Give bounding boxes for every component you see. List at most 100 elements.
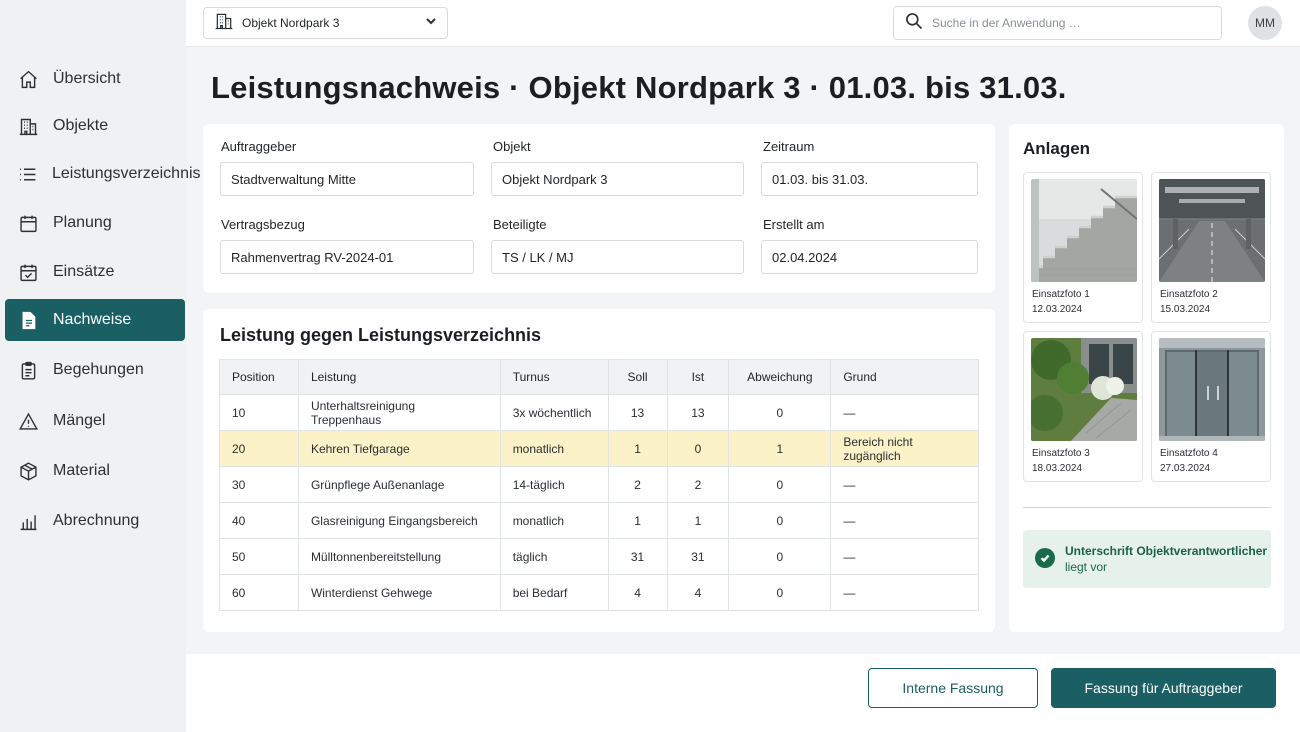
- table-row[interactable]: 10 Unterhaltsreinigung Treppenhaus 3x wöch…: [219, 394, 979, 431]
- sidebar-item-leistungsverzeichnis[interactable]: Leistungsverzeichnis: [5, 153, 201, 195]
- meta-card: Auftraggeber Stadtverwaltung Mitte Objek…: [203, 124, 995, 293]
- sidebar-header: [0, 0, 186, 47]
- photo-date: 27.03.2024: [1160, 463, 1211, 474]
- auftraggeber-field[interactable]: Stadtverwaltung Mitte: [220, 162, 474, 196]
- sidebar-item-begehungen[interactable]: Begehungen: [5, 349, 185, 391]
- photo-tile[interactable]: Einsatzfoto 1 12.03.2024: [1023, 172, 1143, 323]
- sidebar-item-label: Leistungsverzeichnis: [52, 165, 201, 182]
- sidebar-item-maengel[interactable]: Mängel: [5, 400, 185, 442]
- calendar-icon: [17, 212, 39, 234]
- cell-soll: 2: [607, 466, 668, 503]
- avatar[interactable]: MM: [1248, 6, 1282, 40]
- sidebar-item-nachweise[interactable]: Nachweise: [5, 299, 185, 341]
- photo-date: 15.03.2024: [1160, 304, 1211, 315]
- objekt-field[interactable]: Objekt Nordpark 3: [491, 162, 744, 196]
- footer-actions: Interne Fassung Fassung für Auftraggeber: [186, 654, 1300, 732]
- home-icon: [17, 68, 39, 90]
- column-header[interactable]: Soll: [607, 359, 668, 395]
- photo-tile[interactable]: Einsatzfoto 3 18.03.2024: [1023, 331, 1143, 482]
- leistungen-table: Position Leistung Turnus Soll Ist Abweic…: [219, 359, 979, 611]
- erstellt-field[interactable]: 02.04.2024: [761, 240, 978, 274]
- cell-turnus: bei Bedarf: [499, 574, 609, 611]
- cell-grund: Bereich nicht zugänglich: [830, 430, 979, 467]
- table-header-row: Position Leistung Turnus Soll Ist Abweic…: [219, 359, 979, 395]
- zeitraum-label: Zeitraum: [763, 139, 815, 154]
- cell-ist: 31: [666, 538, 730, 575]
- cell-grund: —: [830, 574, 979, 611]
- photo-caption: Einsatzfoto 1 12.03.2024: [1032, 287, 1090, 317]
- cell-leistung: Grünpflege Außenanlage: [297, 466, 501, 503]
- table-row[interactable]: 30 Grünpflege Außenanlage 14-täglich 2 2 0—: [219, 466, 979, 503]
- cell-position: 10: [219, 394, 299, 431]
- photo-title: Einsatzfoto 3: [1032, 448, 1090, 459]
- sidebar-item-label: Material: [53, 462, 110, 479]
- sidebar-item-einsaetze[interactable]: Einsätze: [5, 251, 185, 293]
- sidebar-item-planung[interactable]: Planung: [5, 202, 185, 244]
- cell-abweichung: 0: [728, 502, 832, 539]
- table-row[interactable]: 40 Glasreinigung Eingangsbereich monatlich…: [219, 502, 979, 539]
- page-title: Leistungsnachweis · Objekt Nordpark 3 · …: [211, 70, 1067, 105]
- sidebar-item-abrechnung[interactable]: Abrechnung: [5, 500, 185, 542]
- column-header[interactable]: Ist: [666, 359, 730, 395]
- box-icon: [17, 460, 39, 482]
- signature-status-text: liegt vor: [1065, 560, 1108, 574]
- vertragsbezug-field[interactable]: Rahmenvertrag RV-2024-01: [220, 240, 474, 274]
- sidebar: Übersicht Objekte Leistungsverzeichnis P…: [0, 0, 201, 732]
- cell-turnus: 14-täglich: [499, 466, 609, 503]
- objekt-label: Objekt: [493, 139, 531, 154]
- cell-soll: 1: [607, 502, 668, 539]
- cell-leistung: Winterdienst Gehwege: [297, 574, 501, 611]
- cell-position: 30: [219, 466, 299, 503]
- cell-position: 60: [219, 574, 299, 611]
- column-header[interactable]: Grund: [830, 359, 979, 395]
- signature-status: Unterschrift Objektverantwortlicher lieg…: [1023, 530, 1271, 588]
- glass-entrance-photo: [1159, 338, 1265, 441]
- column-header[interactable]: Abweichung: [728, 359, 832, 395]
- sidebar-item-uebersicht[interactable]: Übersicht: [5, 58, 185, 100]
- table-row[interactable]: 20 Kehren Tiefgarage monatlich 1 0 1 Bereich n…: [219, 430, 979, 467]
- table-row[interactable]: 50 Mülltonnenbereitstellung täglich 31 31 0—: [219, 538, 979, 575]
- cell-grund: —: [830, 394, 979, 431]
- staircase-photo: [1031, 179, 1137, 282]
- internal-version-button[interactable]: Interne Fassung: [868, 668, 1038, 708]
- leistungen-card: Leistung gegen Leistungsverzeichnis Posi…: [203, 309, 995, 632]
- cell-grund: —: [830, 466, 979, 503]
- check-circle-icon: [1035, 548, 1055, 568]
- cell-ist: 4: [666, 574, 730, 611]
- zeitraum-field[interactable]: 01.03. bis 31.03.: [761, 162, 978, 196]
- cell-turnus: monatlich: [499, 502, 609, 539]
- section-title: Leistung gegen Leistungsverzeichnis: [220, 325, 542, 345]
- cell-leistung: Kehren Tiefgarage: [297, 430, 501, 467]
- cell-ist: 2: [666, 466, 730, 503]
- building-icon: [214, 11, 234, 36]
- cell-turnus: 3x wöchentlich: [499, 394, 609, 431]
- column-header[interactable]: Position: [219, 359, 299, 395]
- photo-tile[interactable]: Einsatzfoto 4 27.03.2024: [1151, 331, 1271, 482]
- cell-ist: 1: [666, 502, 730, 539]
- column-header[interactable]: Leistung: [297, 359, 501, 395]
- photo-tile[interactable]: Einsatzfoto 2 15.03.2024: [1151, 172, 1271, 323]
- search-bar[interactable]: [893, 6, 1222, 40]
- search-input[interactable]: [932, 16, 1202, 30]
- cell-abweichung: 0: [728, 574, 832, 611]
- sidebar-item-label: Einsätze: [53, 263, 115, 280]
- cell-soll: 31: [607, 538, 668, 575]
- column-header[interactable]: Turnus: [499, 359, 609, 395]
- building-icon: [17, 115, 39, 137]
- sidebar-item-label: Planung: [53, 214, 112, 231]
- sidebar-item-label: Abrechnung: [53, 512, 140, 529]
- cell-abweichung: 0: [728, 394, 832, 431]
- cell-position: 50: [219, 538, 299, 575]
- photo-caption: Einsatzfoto 2 15.03.2024: [1160, 287, 1218, 317]
- photo-date: 18.03.2024: [1032, 463, 1083, 474]
- photo-title: Einsatzfoto 1: [1032, 289, 1090, 300]
- table-row[interactable]: 60 Winterdienst Gehwege bei Bedarf 4 4 0—: [219, 574, 979, 611]
- cell-turnus: monatlich: [499, 430, 609, 467]
- sidebar-item-material[interactable]: Material: [5, 450, 185, 492]
- sidebar-item-label: Mängel: [53, 412, 106, 429]
- beteiligte-field[interactable]: TS / LK / MJ: [491, 240, 744, 274]
- sidebar-item-objekte[interactable]: Objekte: [5, 105, 185, 147]
- client-version-button[interactable]: Fassung für Auftraggeber: [1051, 668, 1276, 708]
- photo-title: Einsatzfoto 2: [1160, 289, 1218, 300]
- object-select[interactable]: Objekt Nordpark 3: [203, 7, 448, 39]
